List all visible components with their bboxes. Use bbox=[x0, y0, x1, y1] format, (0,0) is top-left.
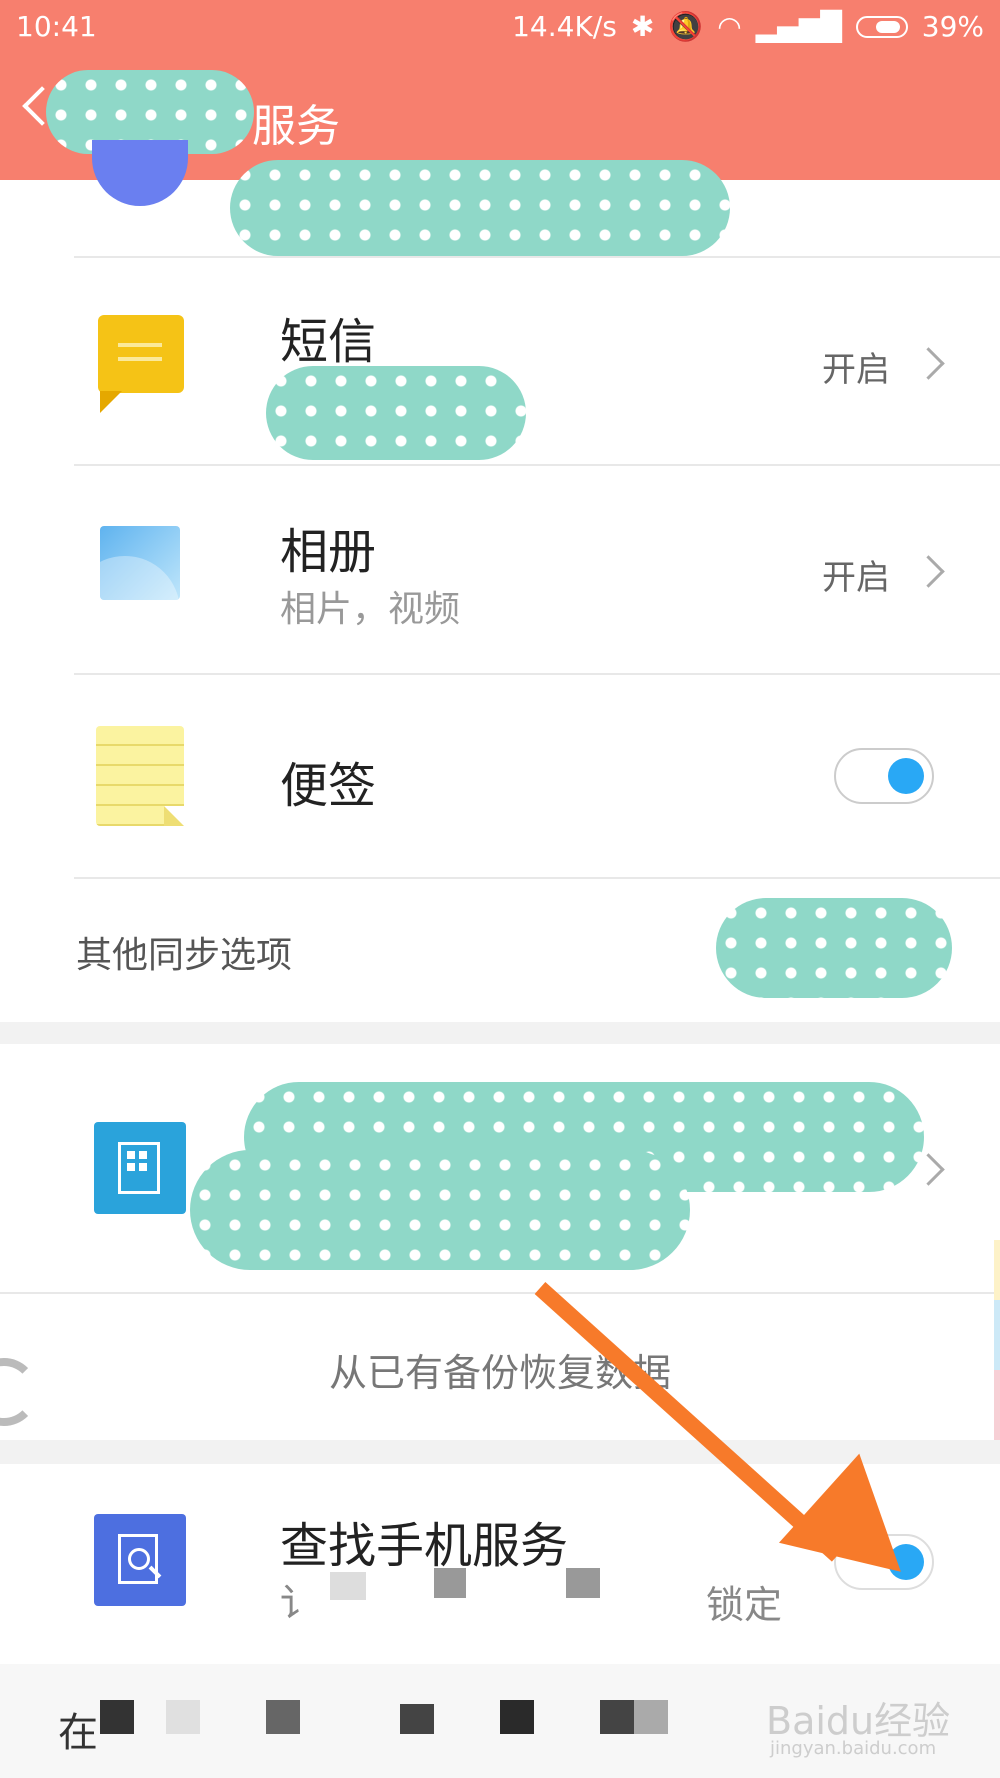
divider bbox=[74, 877, 1000, 879]
divider bbox=[74, 464, 1000, 466]
restore-from-backup[interactable]: 从已有备份恢复数据 bbox=[0, 1342, 1000, 1397]
account-avatar bbox=[92, 140, 188, 206]
annotation-arrow-head bbox=[778, 1453, 942, 1617]
chevron-right-icon bbox=[912, 347, 945, 380]
mute-icon: 🔕 bbox=[668, 10, 704, 43]
annotation-arrow-shaft bbox=[534, 1282, 843, 1562]
edge-decoration bbox=[994, 1370, 1000, 1450]
page-title: 服务 bbox=[252, 101, 340, 152]
mosaic-block bbox=[566, 1568, 600, 1598]
find-phone-title: 查找手机服务 bbox=[280, 1518, 569, 1574]
notes-icon bbox=[96, 726, 184, 826]
album-status: 开启 bbox=[822, 558, 890, 598]
section-gap bbox=[0, 1022, 1000, 1044]
notes-title: 便签 bbox=[280, 758, 377, 814]
mosaic-block bbox=[330, 1572, 366, 1600]
find-phone-subtitle-fragment: 锁定 bbox=[706, 1583, 783, 1627]
mosaic-block bbox=[500, 1700, 534, 1734]
divider bbox=[0, 1292, 1000, 1294]
status-bar: 10:41 14.4K/s ✱ 🔕 ◠ ▂▄▆█ 39% bbox=[0, 0, 1000, 52]
edge-decoration bbox=[994, 1240, 1000, 1300]
mosaic-block bbox=[600, 1700, 634, 1734]
backup-icon bbox=[94, 1122, 186, 1214]
bluetooth-icon: ✱ bbox=[630, 10, 655, 43]
edge-decoration bbox=[994, 1300, 1000, 1370]
battery-percent: 39% bbox=[921, 10, 984, 43]
album-icon bbox=[100, 526, 180, 600]
divider bbox=[74, 673, 1000, 675]
baidu-watermark-url: jingyan.baidu.com bbox=[770, 1738, 937, 1759]
bottom-text-fragment: 在 bbox=[58, 1710, 98, 1756]
album-title: 相册 bbox=[280, 524, 377, 580]
mosaic-block bbox=[266, 1700, 300, 1734]
redaction-blob bbox=[266, 366, 526, 460]
other-sync-options[interactable]: 其他同步选项 bbox=[76, 926, 292, 978]
find-phone-icon bbox=[94, 1514, 186, 1606]
mosaic-block bbox=[100, 1700, 134, 1734]
section-gap bbox=[0, 1440, 1000, 1464]
mosaic-block bbox=[434, 1568, 466, 1598]
album-subtitle: 相片，视频 bbox=[280, 589, 461, 630]
sms-status: 开启 bbox=[822, 350, 890, 390]
baidu-watermark: Baidu经验 bbox=[766, 1699, 951, 1743]
divider bbox=[74, 256, 1000, 258]
notes-toggle[interactable] bbox=[834, 748, 934, 804]
sms-title: 短信 bbox=[280, 314, 377, 370]
redaction-blob bbox=[190, 1150, 690, 1270]
status-time: 10:41 bbox=[16, 10, 97, 43]
find-phone-subtitle-fragment: 讠 bbox=[280, 1581, 319, 1625]
redaction-blob bbox=[716, 898, 952, 998]
network-speed: 14.4K/s bbox=[512, 10, 617, 43]
mosaic-block bbox=[400, 1704, 434, 1734]
mosaic-block bbox=[634, 1700, 668, 1734]
chevron-right-icon bbox=[912, 555, 945, 588]
signal-icon: ▂▄▆█ bbox=[755, 10, 842, 43]
wifi-icon: ◠ bbox=[717, 10, 742, 43]
sms-icon bbox=[98, 315, 184, 413]
battery-icon bbox=[855, 15, 908, 38]
mosaic-block bbox=[166, 1700, 200, 1734]
redaction-blob bbox=[230, 160, 730, 256]
